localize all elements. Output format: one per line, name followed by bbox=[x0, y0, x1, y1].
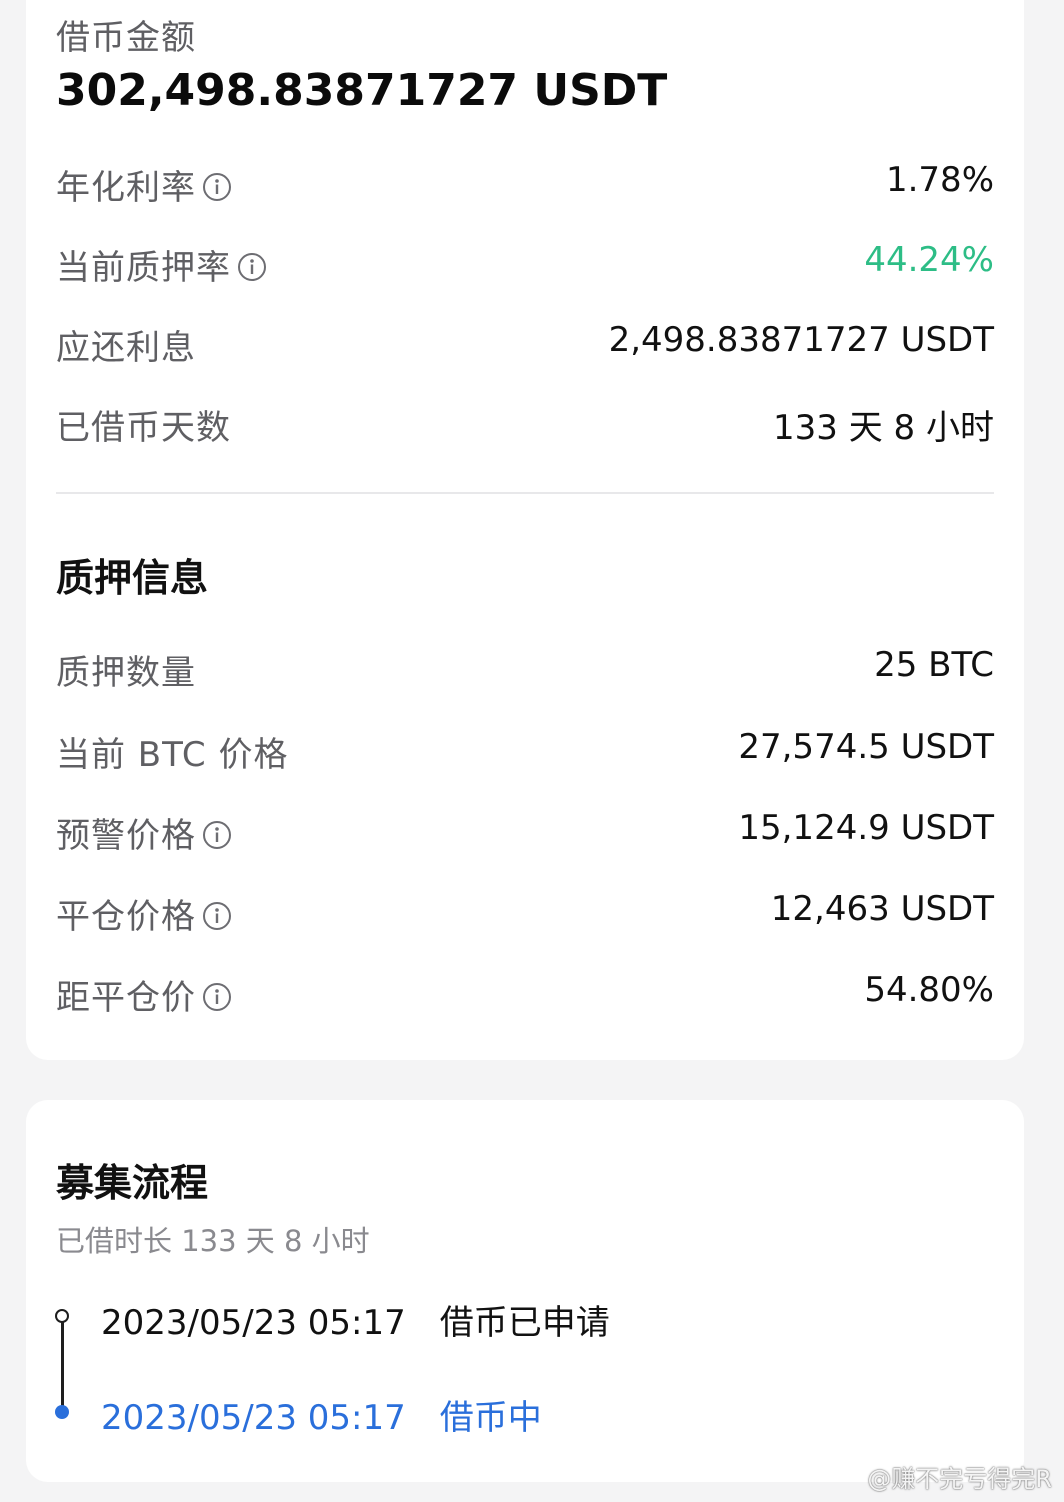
collateral-ratio-label: 当前质押率 bbox=[56, 240, 267, 289]
days-borrowed-value: 133 天 8 小时 bbox=[773, 408, 994, 448]
liquidation-price-label: 平仓价格 bbox=[56, 889, 232, 938]
step-status: 借币中 bbox=[439, 1398, 542, 1438]
info-circle-icon[interactable] bbox=[237, 252, 267, 282]
warning-price-label: 预警价格 bbox=[56, 808, 232, 857]
loan-details-card: 借币金额 302,498.83871727 USDT 年化利率 1.78% 当前… bbox=[26, 0, 1024, 1060]
annual-rate-value: 1.78% bbox=[885, 160, 994, 200]
process-card: 募集流程 已借时长 133 天 8 小时 2023/05/23 05:17 借币已… bbox=[26, 1100, 1024, 1482]
step-time: 2023/05/23 05:17 bbox=[101, 1398, 406, 1438]
section-divider bbox=[56, 492, 994, 494]
distance-to-liquidation-value: 54.80% bbox=[864, 970, 994, 1010]
timeline-dot-done bbox=[55, 1309, 69, 1323]
info-circle-icon[interactable] bbox=[202, 820, 232, 850]
interest-due-value: 2,498.83871727 USDT bbox=[608, 320, 994, 360]
collateral-amount-value: 25 BTC bbox=[874, 645, 994, 685]
warning-price-value: 15,124.9 USDT bbox=[738, 808, 994, 848]
liquidation-price-value: 12,463 USDT bbox=[770, 889, 994, 929]
annual-rate-label: 年化利率 bbox=[56, 160, 232, 209]
collateral-ratio-value: 44.24% bbox=[864, 240, 994, 280]
btc-price-value: 27,574.5 USDT bbox=[738, 727, 994, 767]
info-circle-icon[interactable] bbox=[202, 982, 232, 1012]
timeline-step-2: 2023/05/23 05:17 借币中 bbox=[101, 1390, 542, 1439]
collateral-amount-label: 质押数量 bbox=[56, 653, 196, 693]
loan-amount-label: 借币金额 bbox=[56, 18, 196, 58]
btc-price-label: 当前 BTC 价格 bbox=[56, 735, 289, 775]
step-status: 借币已申请 bbox=[439, 1303, 610, 1343]
timeline-dot-active bbox=[55, 1405, 69, 1419]
days-borrowed-label: 已借币天数 bbox=[56, 408, 231, 448]
timeline-step-1: 2023/05/23 05:17 借币已申请 bbox=[101, 1295, 610, 1344]
loan-amount-value: 302,498.83871727 USDT bbox=[56, 65, 668, 116]
info-circle-icon[interactable] bbox=[202, 901, 232, 931]
timeline-line bbox=[61, 1322, 64, 1412]
collateral-section-title: 质押信息 bbox=[56, 556, 209, 600]
distance-to-liquidation-label: 距平仓价 bbox=[56, 970, 232, 1019]
interest-due-label: 应还利息 bbox=[56, 328, 196, 368]
info-circle-icon[interactable] bbox=[202, 172, 232, 202]
watermark: @赚不完亏得完R bbox=[867, 1465, 1052, 1493]
process-title: 募集流程 bbox=[56, 1161, 209, 1205]
process-subtitle: 已借时长 133 天 8 小时 bbox=[56, 1224, 370, 1258]
step-time: 2023/05/23 05:17 bbox=[101, 1303, 406, 1343]
